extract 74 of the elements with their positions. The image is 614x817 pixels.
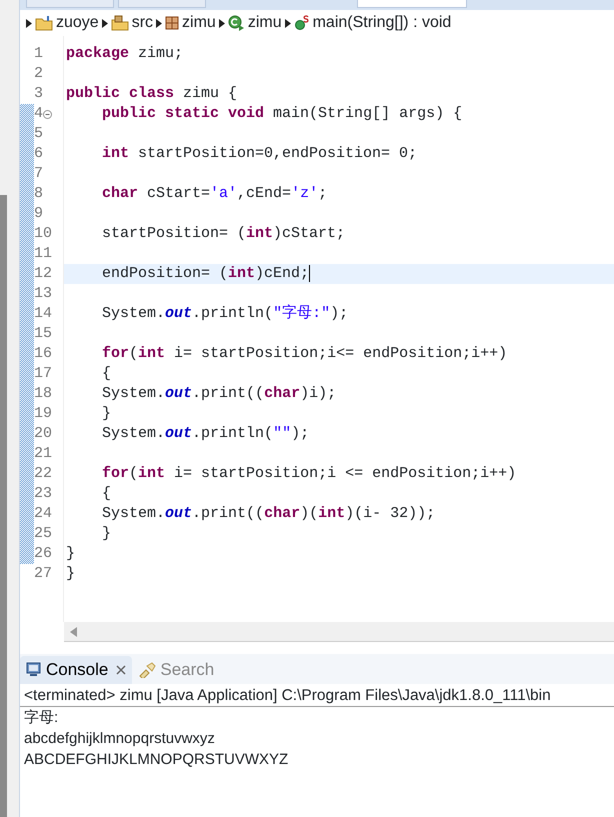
breadcrumb-item[interactable]: zimu <box>228 11 282 35</box>
code-line: int startPosition=0,endPosition= 0; <box>101 145 418 162</box>
line-number: 13 <box>34 284 52 304</box>
line-number: 19 <box>34 404 52 424</box>
monitor-icon <box>26 662 42 678</box>
line-number: 17 <box>34 364 52 384</box>
console-header: <terminated> zimu [Java Application] C:\Program Files\Java\jdk1.8.0_111\bin <box>20 684 614 707</box>
line-number: 11 <box>34 244 52 264</box>
line-number: 12 <box>34 264 52 284</box>
code-line: { <box>101 485 112 502</box>
line-number: 26 <box>34 544 52 564</box>
line-number: 4 <box>34 104 44 124</box>
line-number: 16 <box>34 344 52 364</box>
package-icon <box>165 16 180 30</box>
caret-icon[interactable] <box>156 18 162 28</box>
line-number: 2 <box>34 64 44 84</box>
code-line: System.out.println("字母:"); <box>101 305 348 322</box>
caret-icon[interactable] <box>284 18 291 28</box>
line-number: 7 <box>34 164 44 184</box>
code-line: for(int i= startPosition;i <= endPosition;i++) <box>101 465 516 482</box>
line-number: 27 <box>34 564 52 584</box>
line-number: 1 <box>34 44 44 64</box>
code-line: } <box>66 545 76 562</box>
caret-icon[interactable] <box>102 18 108 28</box>
method-icon <box>294 15 310 31</box>
code-line: char cStart='a',cEnd='z'; <box>101 185 328 202</box>
line-number: 23 <box>34 484 52 504</box>
line-number: 10 <box>34 224 52 244</box>
breadcrumb-item[interactable]: main(String[]) : void <box>294 11 452 35</box>
line-number: 8 <box>34 184 44 204</box>
line-number: 21 <box>34 444 52 464</box>
code-line: System.out.print((char)i); <box>101 385 336 402</box>
console-output-line: abcdefghijklmnopqrstuvwxyz <box>24 730 215 747</box>
collapse-icon[interactable] <box>43 110 52 118</box>
close-icon[interactable] <box>116 665 126 675</box>
code-line: for(int i= startPosition;i<= endPosition;i++) <box>101 345 508 362</box>
code-line: package zimu; <box>66 45 184 62</box>
flashlight-icon <box>138 662 156 678</box>
line-number: 15 <box>34 324 52 344</box>
line-number: 18 <box>34 384 52 404</box>
text-cursor <box>309 264 310 282</box>
line-number: 22 <box>34 464 52 484</box>
package-folder-icon <box>110 15 129 31</box>
code-line: } <box>101 525 112 542</box>
code-line: System.out.println(""); <box>101 425 310 442</box>
line-number: 5 <box>34 124 44 144</box>
horizontal-scrollbar[interactable] <box>64 622 614 642</box>
line-number: 9 <box>34 204 44 224</box>
code-line: public static void main(String[] args) { <box>101 105 462 122</box>
line-number: 3 <box>34 84 44 104</box>
view-tab[interactable]: Console <box>20 656 132 684</box>
console-output-line: 字母: <box>24 709 58 726</box>
line-number: 25 <box>34 524 52 544</box>
code-line: { <box>101 365 112 382</box>
line-number: 6 <box>34 144 44 164</box>
line-number: 14 <box>34 304 52 324</box>
breadcrumb-item[interactable]: zuoye <box>35 11 99 35</box>
folder-icon <box>35 15 53 31</box>
code-line: endPosition= (int)cEnd; <box>101 265 310 282</box>
code-line: System.out.print((char)(int)(i- 32)); <box>101 505 436 522</box>
line-number: 24 <box>34 504 52 524</box>
caret-icon[interactable] <box>218 18 225 28</box>
class-icon <box>228 15 245 31</box>
breadcrumb-item[interactable]: src <box>110 11 154 35</box>
caret-icon[interactable] <box>26 18 32 28</box>
console-output-line: ABCDEFGHIJKLMNOPQRSTUVWXYZ <box>24 751 288 768</box>
code-line: } <box>101 405 112 422</box>
code-line: public class zimu { <box>66 85 238 102</box>
line-number: 20 <box>34 424 52 444</box>
code-line: startPosition= (int)cStart; <box>101 225 346 242</box>
breadcrumb-item[interactable]: zimu <box>165 11 216 35</box>
code-line: } <box>66 565 76 582</box>
scroll-left-icon[interactable] <box>70 626 78 636</box>
vertical-scrollbar[interactable] <box>0 195 7 817</box>
